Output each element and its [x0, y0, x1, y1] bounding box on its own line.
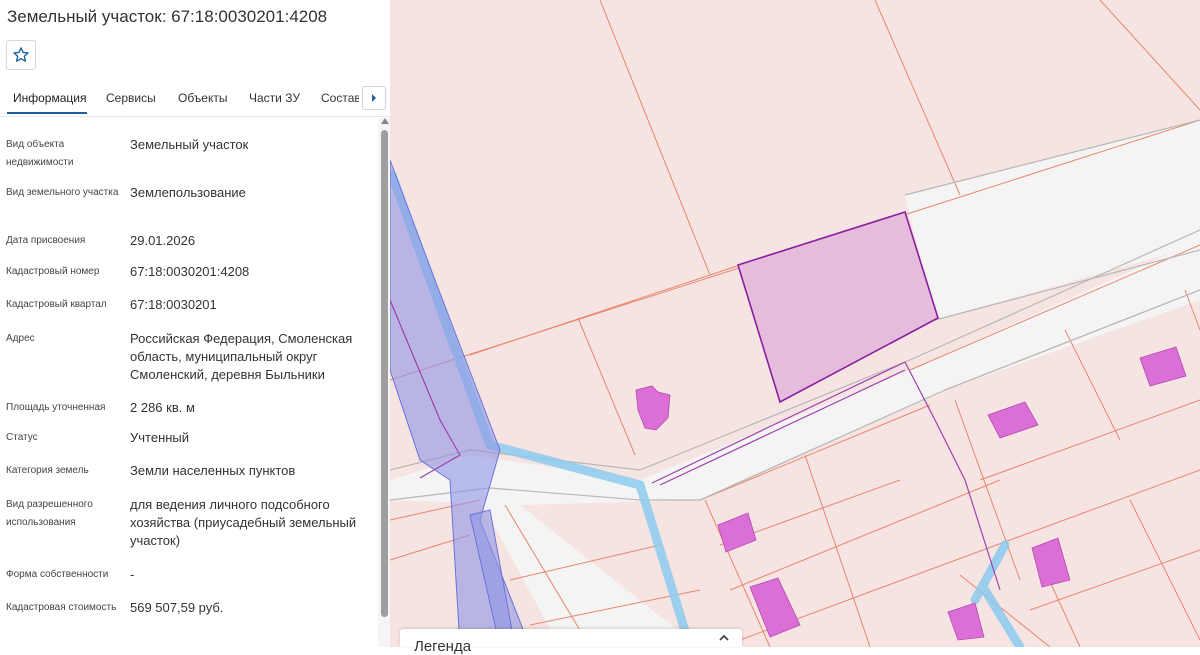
- star-icon: [13, 47, 29, 62]
- favorite-button[interactable]: [6, 40, 36, 70]
- info-value: для ведения личного подсобного хозяйства…: [130, 497, 357, 548]
- scrollbar-thumb[interactable]: [381, 130, 388, 617]
- chevron-up-icon[interactable]: [718, 633, 730, 643]
- tab-services[interactable]: Сервисы: [106, 91, 156, 105]
- tab-composition[interactable]: Состав: [321, 91, 359, 105]
- info-value: 569 507,59 руб.: [130, 600, 224, 615]
- scroll-up-arrow-icon[interactable]: [381, 118, 389, 124]
- tabs-scroll-right-button[interactable]: [362, 86, 386, 110]
- caret-right-icon: [372, 94, 376, 102]
- info-value: Земельный участок: [130, 137, 249, 152]
- info-value: 67:18:0030201:4208: [130, 264, 250, 279]
- info-value: Земли населенных пунктов: [130, 463, 296, 478]
- info-label: Кадастровый квартал: [6, 299, 107, 310]
- info-label: Адрес: [6, 333, 35, 344]
- info-label: Статус: [6, 432, 38, 443]
- info-label: Дата присвоения: [6, 235, 86, 246]
- info-label: Категория земель: [6, 465, 89, 476]
- tab-information[interactable]: Информация: [13, 91, 86, 105]
- info-label: Вид объекта недвижимости: [6, 139, 74, 168]
- info-value: Российская Федерация, Смоленская область…: [130, 331, 353, 382]
- info-value: Землепользование: [130, 185, 246, 200]
- page-title: Земельный участок: 67:18:0030201:4208: [7, 7, 328, 26]
- info-value: 29.01.2026: [130, 233, 196, 248]
- info-label: Вид разрешенного использования: [6, 499, 93, 528]
- info-label: Кадастровый номер: [6, 266, 100, 277]
- info-label: Площадь уточненная: [6, 402, 106, 413]
- info-value: -: [130, 567, 135, 582]
- info-value: 2 286 кв. м: [130, 400, 195, 415]
- tab-parcel-parts[interactable]: Части ЗУ: [249, 91, 300, 105]
- info-label: Вид земельного участка: [6, 187, 119, 198]
- tab-bar: Информация Сервисы Объекты Части ЗУ Сост…: [0, 82, 390, 117]
- info-label: Кадастровая стоимость: [6, 602, 117, 613]
- tab-objects[interactable]: Объекты: [178, 91, 228, 105]
- info-value: Учтенный: [130, 430, 190, 445]
- active-tab-indicator: [7, 112, 87, 114]
- legend-panel[interactable]: Легенда: [400, 629, 742, 655]
- info-value: 67:18:0030201: [130, 297, 217, 312]
- info-label: Форма собственности: [6, 569, 109, 580]
- info-panel: Земельный участок: 67:18:0030201:4208 Ин…: [0, 0, 390, 647]
